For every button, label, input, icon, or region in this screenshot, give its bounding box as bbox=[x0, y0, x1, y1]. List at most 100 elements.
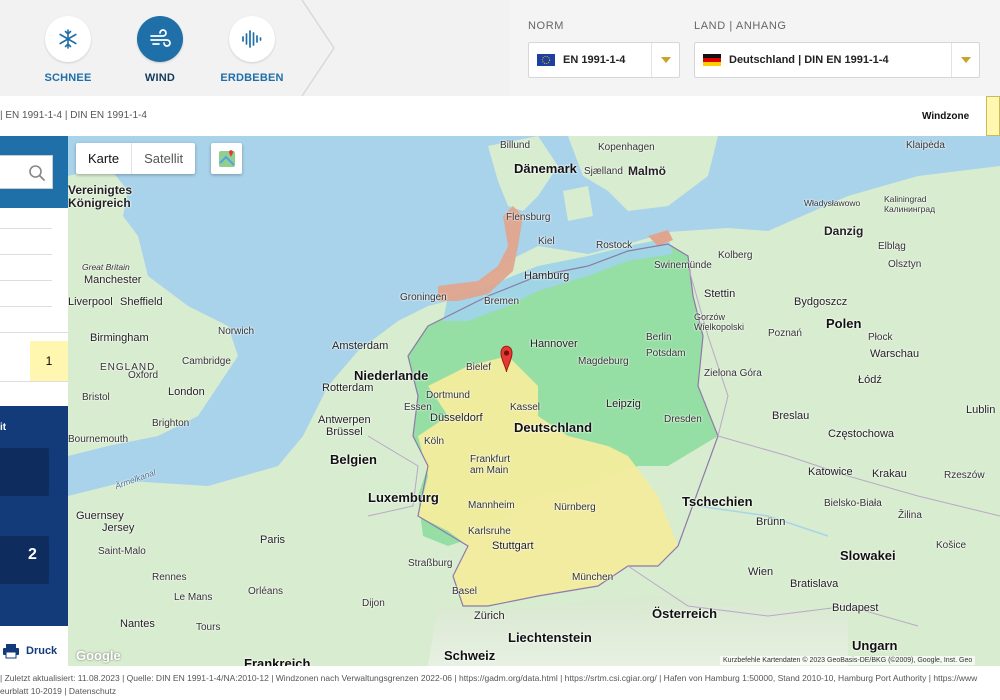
map-label: Zielona Góra bbox=[704, 368, 762, 379]
divider bbox=[0, 254, 52, 255]
map-label: Poznań bbox=[768, 328, 802, 339]
map-label: Tours bbox=[196, 622, 221, 633]
hazard-label: SCHNEE bbox=[44, 72, 92, 84]
map-label: Hamburg bbox=[524, 270, 570, 282]
map-label: Gorzów Wielkopolski bbox=[694, 312, 745, 332]
map-label: Wien bbox=[748, 566, 774, 578]
map-label: Swinemünde bbox=[654, 260, 712, 271]
map-label: Guernsey bbox=[76, 510, 124, 522]
divider bbox=[0, 332, 68, 333]
map-label: Tschechien bbox=[682, 494, 753, 509]
map-label: Katowice bbox=[808, 466, 853, 478]
norm-value: EN 1991-1-4 bbox=[563, 54, 626, 66]
map-label: Częstochowa bbox=[828, 428, 895, 440]
map-label: Basel bbox=[452, 586, 478, 597]
map-label: Deutschland bbox=[514, 420, 593, 435]
map-label: Leipzig bbox=[606, 398, 641, 410]
hazard-wind-button[interactable]: WIND bbox=[122, 16, 198, 84]
map-label: Dijon bbox=[362, 598, 385, 609]
map-label: Brünn bbox=[756, 516, 786, 528]
map-label: Österreich bbox=[652, 606, 718, 621]
map-label: Dänemark bbox=[514, 161, 577, 176]
map-label: Karlsruhe bbox=[468, 526, 511, 537]
map-label: Rzeszów bbox=[944, 470, 985, 481]
map-label: Frankfurt am Main bbox=[470, 454, 511, 476]
map-attribution: Kurzbefehle Kartendaten © 2023 GeoBasis-… bbox=[720, 656, 976, 665]
caret-down-icon[interactable] bbox=[651, 43, 679, 77]
zealand-shape bbox=[563, 186, 593, 221]
map-label: Dortmund bbox=[426, 390, 470, 401]
divider bbox=[0, 306, 52, 307]
map-label: Brüssel bbox=[326, 426, 363, 438]
map-label: Mannheim bbox=[468, 500, 515, 511]
map-label: Vereinigtes Königreich bbox=[68, 183, 133, 210]
map-label: Belgien bbox=[330, 452, 377, 467]
eu-flag-icon bbox=[537, 54, 555, 66]
map-label: Amsterdam bbox=[332, 340, 389, 352]
norm-select[interactable]: EN 1991-1-4 bbox=[528, 42, 680, 78]
caret-down-icon[interactable] bbox=[951, 43, 979, 77]
printer-icon bbox=[3, 644, 19, 659]
map-label: Oxford bbox=[128, 370, 159, 381]
hazard-snow-button[interactable]: SCHNEE bbox=[30, 16, 106, 84]
search-input[interactable] bbox=[0, 155, 53, 189]
map-label: Magdeburg bbox=[578, 356, 629, 367]
hazard-earthquake-button[interactable]: ERDBEBEN bbox=[214, 16, 290, 84]
left-sidebar: 1 it 2 Druck bbox=[0, 136, 68, 666]
map-label: Nantes bbox=[120, 618, 155, 630]
snowflake-icon bbox=[45, 16, 91, 62]
map-label: Kiel bbox=[538, 236, 555, 247]
map-pin-icon[interactable] bbox=[211, 143, 242, 174]
map-label: Kolberg bbox=[718, 250, 753, 261]
map-label: London bbox=[168, 386, 205, 398]
map-label: Bremen bbox=[484, 296, 520, 307]
map-type-control: Karte Satellit bbox=[76, 143, 196, 174]
map-label: Great Britain bbox=[82, 262, 130, 272]
map-label: Sjælland bbox=[584, 166, 623, 177]
map-label: Niederlande bbox=[354, 368, 429, 383]
map-type-satellit-button[interactable]: Satellit bbox=[132, 143, 195, 174]
map-label: Krakau bbox=[872, 468, 907, 480]
map-label: Breslau bbox=[772, 410, 810, 422]
map-label: Antwerpen bbox=[318, 414, 371, 426]
map-label: Flensburg bbox=[506, 212, 551, 223]
print-label: Druck bbox=[26, 645, 58, 657]
map-label: Władysławowo bbox=[804, 198, 861, 208]
map-label: Žilina bbox=[898, 510, 922, 521]
wind-icon bbox=[137, 16, 183, 62]
windzone-label: Windzone bbox=[922, 111, 970, 122]
map-label: Essen bbox=[404, 402, 432, 413]
search-icon[interactable] bbox=[28, 164, 46, 182]
map-label: Berlin bbox=[646, 332, 672, 343]
map-label: Rotterdam bbox=[322, 382, 374, 394]
norm-label: NORM bbox=[528, 20, 565, 32]
map-label: Sheffield bbox=[120, 296, 163, 308]
breadcrumb-text: | EN 1991-1-4 | DIN EN 1991-1-4 bbox=[0, 110, 147, 121]
map-label: Kassel bbox=[510, 402, 541, 413]
map-label: Orléans bbox=[248, 586, 284, 597]
seismograph-icon bbox=[229, 16, 275, 62]
map-label: Bydgoszcz bbox=[794, 296, 848, 308]
map-label: Elbląg bbox=[878, 241, 906, 252]
print-button[interactable]: Druck bbox=[0, 636, 68, 666]
map-label: Malmö bbox=[628, 164, 667, 178]
map-label: Luxemburg bbox=[368, 490, 439, 505]
google-logo: Google bbox=[76, 648, 121, 663]
map-label: Jersey bbox=[102, 522, 135, 534]
map-label: München bbox=[572, 572, 614, 583]
map-label: Billund bbox=[500, 140, 531, 151]
country-select[interactable]: Deutschland | DIN EN 1991-1-4 bbox=[694, 42, 980, 78]
footer-line-2: eurblatt 10-2019 | Datenschutz bbox=[0, 686, 117, 696]
map-label: Polen bbox=[826, 316, 862, 331]
map-label: Liechtenstein bbox=[508, 630, 592, 645]
hazard-label: WIND bbox=[144, 72, 176, 84]
windzone-value-box bbox=[986, 96, 1000, 136]
divider bbox=[0, 228, 52, 229]
map-label: Bournemouth bbox=[68, 434, 129, 445]
map-type-karte-button[interactable]: Karte bbox=[76, 143, 133, 174]
map-label: Rennes bbox=[152, 572, 187, 583]
result-box: 2 bbox=[0, 536, 49, 584]
map-label: Kaliningrad Калининград bbox=[884, 194, 936, 214]
map-label: Straßburg bbox=[408, 558, 453, 569]
wind-zone-map[interactable]: Billund Kopenhagen Dänemark Sjælland Mal… bbox=[68, 136, 1000, 666]
